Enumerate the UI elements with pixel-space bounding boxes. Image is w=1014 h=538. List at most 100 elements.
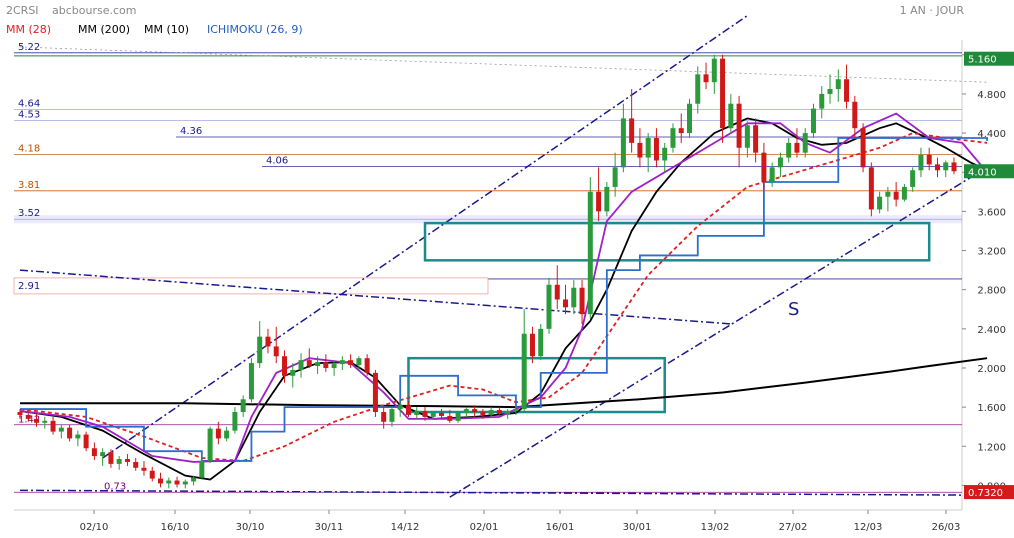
- candle-body: [199, 460, 205, 478]
- candle: [83, 431, 89, 452]
- x-tick-label: 27/02: [779, 522, 808, 533]
- candle: [868, 162, 874, 217]
- chart-period: 1 AN · JOUR: [900, 4, 965, 17]
- y-tick-label: 1.600: [977, 403, 1006, 414]
- candle-body: [356, 358, 362, 366]
- candle-body: [761, 152, 767, 183]
- level-label: 4.06: [266, 155, 288, 166]
- candle-body: [662, 147, 668, 161]
- level-label: 4.18: [18, 144, 40, 155]
- x-tick-label: 02/01: [470, 522, 499, 533]
- candle-body: [331, 364, 337, 368]
- candle-body: [25, 414, 31, 419]
- candle-body: [191, 477, 197, 482]
- candle-body: [166, 480, 172, 484]
- candle-body: [323, 362, 329, 368]
- candle-body: [488, 410, 494, 415]
- legend-ichimoku: ICHIMOKU (26, 9): [207, 23, 303, 36]
- candle-body: [75, 434, 81, 439]
- candle-body: [174, 480, 180, 485]
- candle-body: [133, 461, 139, 468]
- candle-body: [257, 336, 263, 364]
- candle-body: [42, 420, 48, 423]
- level-label: 2.91: [18, 281, 40, 292]
- candle-body: [926, 154, 932, 165]
- candle-body: [248, 363, 254, 400]
- candle-body: [670, 128, 676, 148]
- x-tick-label: 14/12: [391, 522, 420, 533]
- chart-source: abcbourse.com: [52, 4, 136, 17]
- candle-body: [207, 428, 213, 461]
- candle-body: [546, 284, 552, 329]
- candle-body: [83, 434, 89, 449]
- y-axis-area: [962, 40, 1014, 510]
- x-tick-label: 16/01: [546, 522, 575, 533]
- candle-body: [463, 409, 469, 413]
- candle-body: [364, 358, 370, 373]
- candle-body: [844, 79, 850, 102]
- legend-mm28: MM (28): [6, 23, 51, 36]
- candle-body: [455, 413, 461, 421]
- y-tick-label: 2.400: [977, 325, 1006, 336]
- candle-body: [786, 142, 792, 158]
- candle-body: [753, 125, 759, 153]
- level-label: 3.81: [18, 180, 40, 191]
- candle-body: [50, 420, 56, 432]
- candle-body: [810, 108, 816, 134]
- candle-body: [678, 128, 684, 134]
- candle-body: [579, 287, 585, 315]
- candle-body: [290, 369, 296, 376]
- candle-body: [951, 162, 957, 172]
- legend-mm200: MM (200): [78, 23, 130, 36]
- candle-body: [736, 103, 742, 148]
- candle-body: [943, 162, 949, 171]
- candle-body: [265, 336, 271, 347]
- candle-body: [91, 448, 97, 457]
- candle-body: [835, 79, 841, 90]
- candle-body: [149, 470, 155, 479]
- candle-body: [397, 405, 403, 410]
- candle-body: [306, 360, 312, 367]
- candle-body: [215, 428, 221, 439]
- candle-body: [901, 186, 907, 200]
- candle-body: [819, 93, 825, 109]
- candle-body: [116, 459, 122, 464]
- legend-mm10: MM (10): [144, 23, 189, 36]
- candle-body: [67, 427, 73, 439]
- candle: [604, 182, 610, 217]
- candle-body: [496, 410, 502, 414]
- x-tick-label: 13/02: [701, 522, 730, 533]
- candle-body: [860, 128, 866, 168]
- candle: [687, 98, 693, 138]
- candle-body: [521, 333, 527, 410]
- y-tick-label: 3.200: [977, 247, 1006, 258]
- candle-body: [273, 346, 279, 357]
- candle-body: [538, 328, 544, 357]
- candle-body: [315, 362, 321, 367]
- price-tag-label: 0.7320: [968, 488, 1003, 499]
- candle-body: [596, 191, 602, 212]
- candle-body: [58, 427, 64, 432]
- candle-body: [827, 89, 833, 94]
- price-tag-label: 4.010: [968, 167, 997, 178]
- candle-body: [910, 170, 916, 187]
- candle-body: [885, 191, 891, 197]
- candle-body: [339, 360, 345, 365]
- candle-body: [612, 167, 618, 187]
- candle-body: [653, 137, 659, 161]
- candle-body: [224, 430, 230, 439]
- y-tick-label: 3.600: [977, 207, 1006, 218]
- candle: [587, 177, 593, 320]
- level-label: 3.52: [18, 208, 40, 219]
- candle-body: [877, 196, 883, 210]
- candle-body: [777, 157, 783, 168]
- candle-body: [728, 103, 734, 129]
- candle-body: [703, 74, 709, 83]
- candle-body: [108, 452, 114, 464]
- candle-body: [645, 137, 651, 158]
- candle-body: [563, 299, 569, 308]
- candle: [248, 358, 254, 403]
- candle-body: [554, 284, 560, 300]
- candle-body: [571, 287, 577, 308]
- x-tick-label: 12/03: [854, 522, 883, 533]
